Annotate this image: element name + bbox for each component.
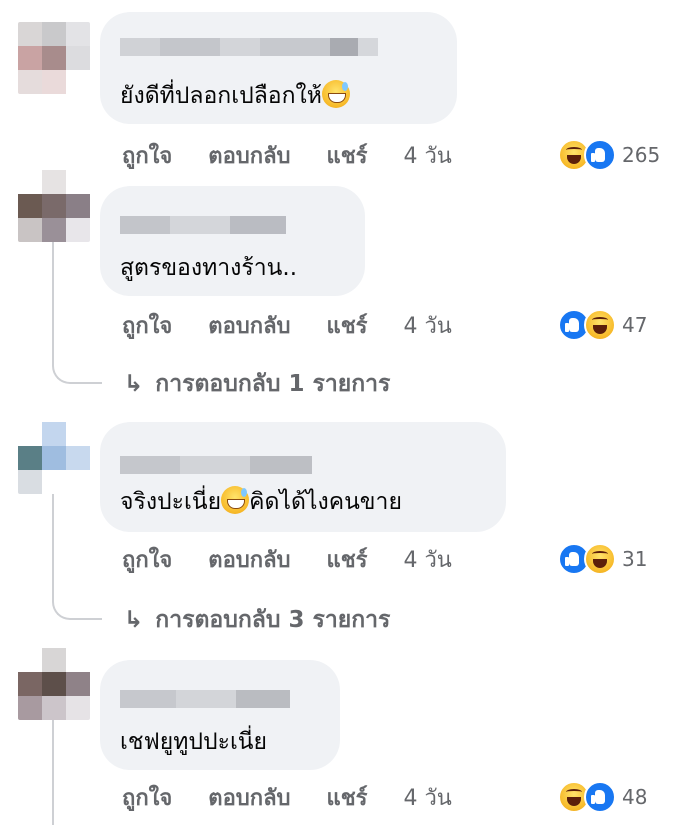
reaction-summary[interactable]: 31 <box>558 542 647 576</box>
grinning-sweat-emoji-icon <box>321 80 350 108</box>
share-button[interactable]: แชร์ <box>327 308 368 343</box>
thread-line <box>52 480 54 600</box>
comment-text: จริงปะเนี่ย คิดได้ไงคนขาย <box>120 484 402 520</box>
avatar[interactable] <box>18 422 90 494</box>
share-button[interactable]: แชร์ <box>327 138 368 173</box>
comment-actions: ถูกใจ ตอบกลับ แชร์ 4 วัน <box>122 310 452 340</box>
share-button[interactable]: แชร์ <box>327 780 368 815</box>
reaction-count: 48 <box>622 785 648 809</box>
like-icon <box>584 139 616 171</box>
reaction-count: 47 <box>622 313 648 337</box>
comment-bubble: เชฟยูทูปปะเนี่ย <box>100 660 340 770</box>
timestamp[interactable]: 4 วัน <box>403 138 451 173</box>
timestamp[interactable]: 4 วัน <box>403 542 451 577</box>
reply-button[interactable]: ตอบกลับ <box>208 308 290 343</box>
commenter-name-blurred[interactable] <box>120 690 290 708</box>
reply-button[interactable]: ตอบกลับ <box>208 780 290 815</box>
like-button[interactable]: ถูกใจ <box>122 138 172 173</box>
comment-actions: ถูกใจ ตอบกลับ แชร์ 4 วัน <box>122 782 452 812</box>
reply-button[interactable]: ตอบกลับ <box>208 542 290 577</box>
reaction-summary[interactable]: 47 <box>558 308 647 342</box>
thread-line <box>52 240 54 365</box>
like-button[interactable]: ถูกใจ <box>122 542 172 577</box>
avatar[interactable] <box>18 22 90 94</box>
comment-text: สูตรของทางร้าน.. <box>120 255 298 281</box>
reply-button[interactable]: ตอบกลับ <box>208 138 290 173</box>
comment-bubble: ยังดีที่ปลอกเปลือกให้ <box>100 12 457 124</box>
comment-bubble: สูตรของทางร้าน.. <box>100 186 365 296</box>
like-button[interactable]: ถูกใจ <box>122 780 172 815</box>
thread-connector <box>52 588 102 620</box>
timestamp[interactable]: 4 วัน <box>403 308 451 343</box>
commenter-name-blurred[interactable] <box>120 38 378 56</box>
haha-icon <box>584 543 616 575</box>
comment-text: เชฟยูทูปปะเนี่ย <box>120 729 268 755</box>
haha-icon <box>584 309 616 341</box>
view-replies-link[interactable]: ↳ การตอบกลับ 3 รายการ <box>124 602 390 638</box>
view-replies-link[interactable]: ↳ การตอบกลับ 1 รายการ <box>124 366 390 402</box>
share-button[interactable]: แชร์ <box>327 542 368 577</box>
comment-actions: ถูกใจ ตอบกลับ แชร์ 4 วัน <box>122 544 452 574</box>
reaction-count: 31 <box>622 547 648 571</box>
grinning-sweat-emoji-icon <box>221 486 250 514</box>
comment-bubble: จริงปะเนี่ย คิดได้ไงคนขาย <box>100 422 506 532</box>
avatar[interactable] <box>18 170 90 242</box>
reaction-count: 265 <box>622 143 661 167</box>
timestamp[interactable]: 4 วัน <box>403 780 451 815</box>
commenter-name-blurred[interactable] <box>120 456 312 474</box>
like-icon <box>584 781 616 813</box>
commenter-name-blurred[interactable] <box>120 216 286 234</box>
thread-line <box>52 718 54 825</box>
thread-connector <box>52 352 102 384</box>
reaction-summary[interactable]: 265 <box>558 138 660 172</box>
comment-text: ยังดีที่ปลอกเปลือกให้ <box>120 78 350 114</box>
like-button[interactable]: ถูกใจ <box>122 308 172 343</box>
reply-arrow-icon: ↳ <box>124 371 144 397</box>
comment-actions: ถูกใจ ตอบกลับ แชร์ 4 วัน <box>122 140 452 170</box>
reaction-summary[interactable]: 48 <box>558 780 647 814</box>
reply-arrow-icon: ↳ <box>124 607 144 633</box>
avatar[interactable] <box>18 648 90 720</box>
